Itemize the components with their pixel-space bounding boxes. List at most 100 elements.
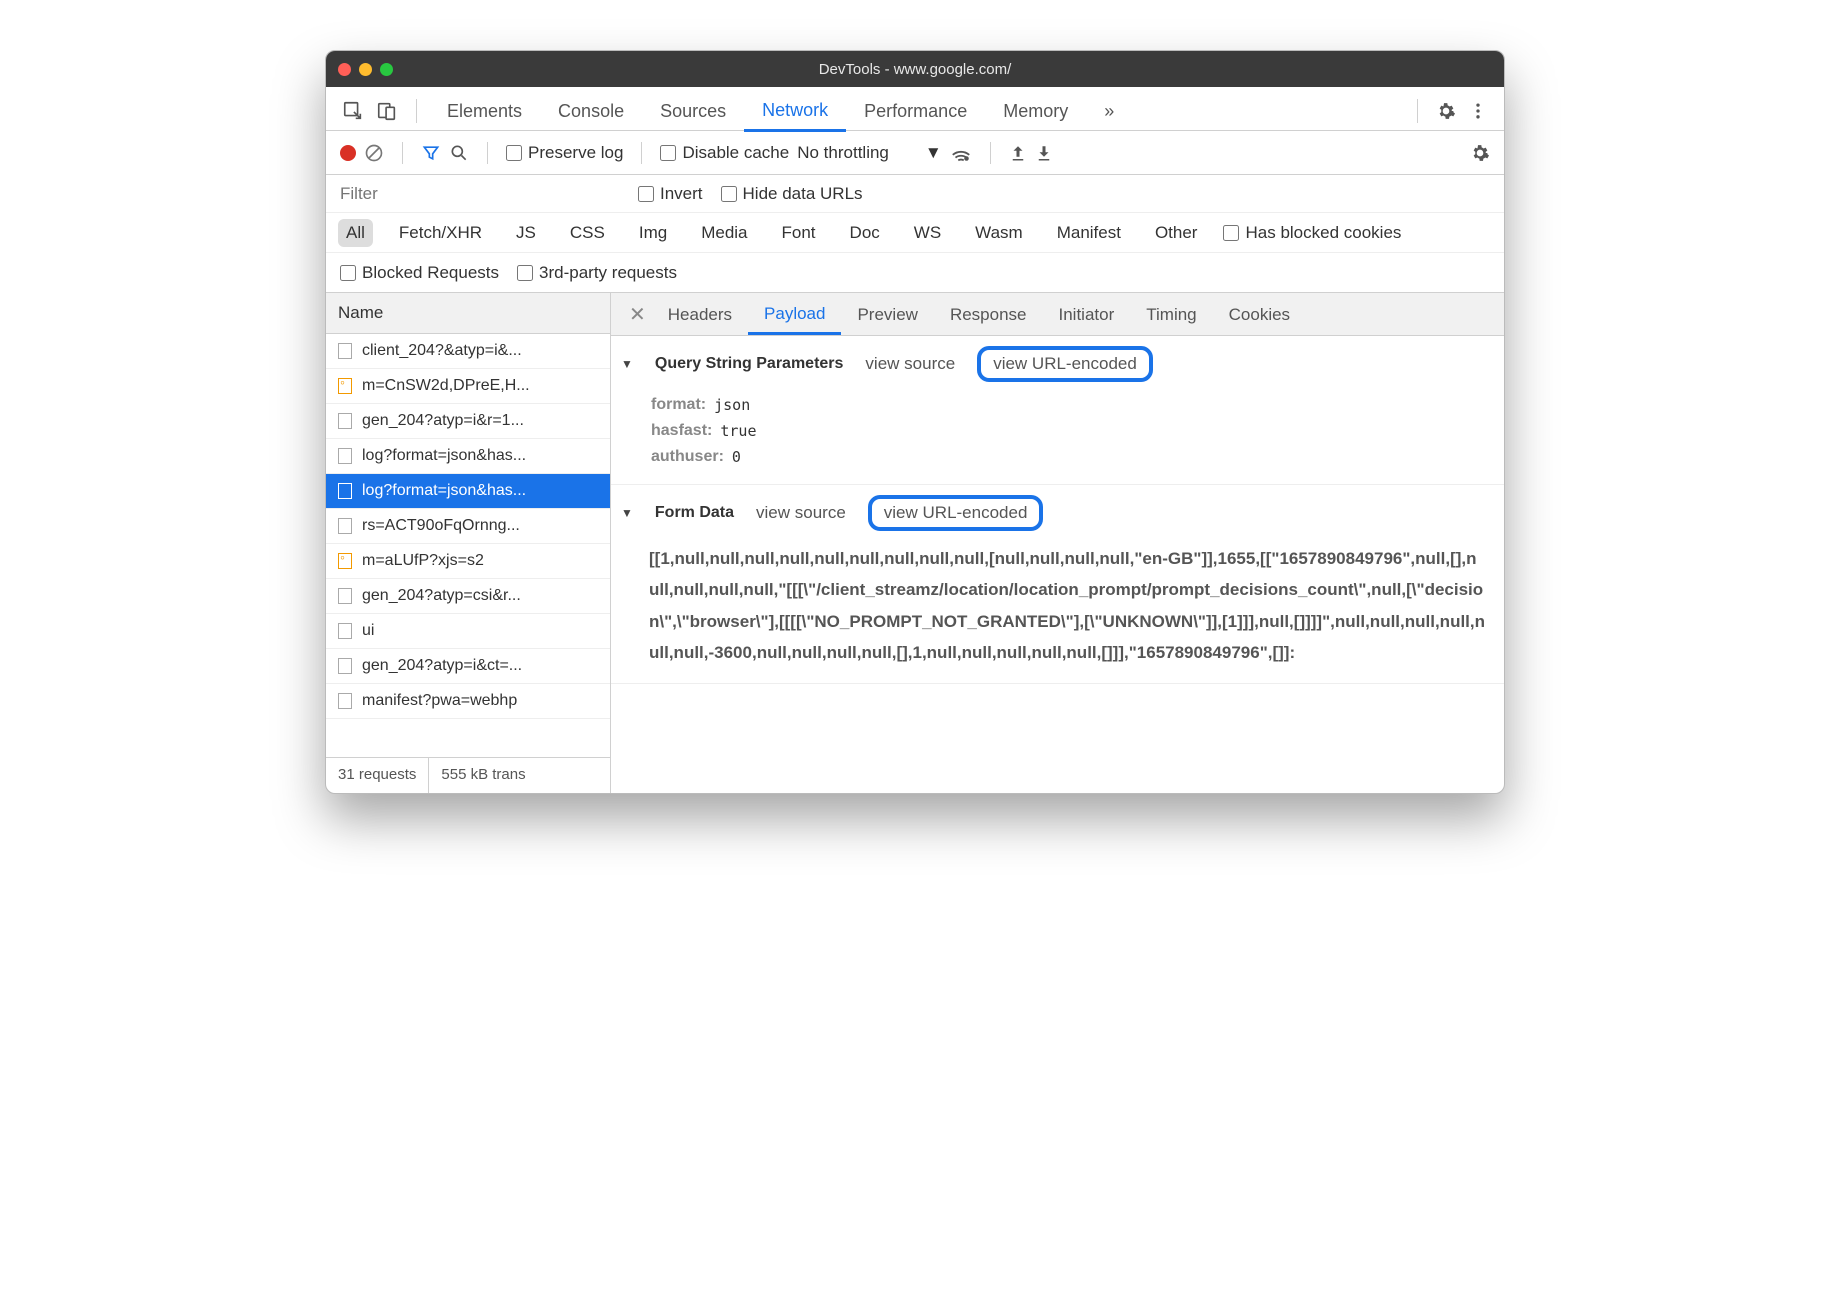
disable-cache-checkbox[interactable]: Disable cache bbox=[660, 143, 789, 163]
tab-performance[interactable]: Performance bbox=[846, 91, 985, 130]
request-item[interactable]: manifest?pwa=webhp bbox=[326, 684, 610, 719]
type-css[interactable]: CSS bbox=[562, 219, 613, 247]
tab-sources[interactable]: Sources bbox=[642, 91, 744, 130]
query-string-params: format:jsonhasfast:trueauthuser:0 bbox=[621, 382, 1488, 474]
tab-memory[interactable]: Memory bbox=[985, 91, 1086, 130]
request-item[interactable]: log?format=json&has... bbox=[326, 474, 610, 509]
throttling-label: No throttling bbox=[797, 143, 889, 163]
param-value: true bbox=[720, 422, 756, 440]
request-item[interactable]: rs=ACT90oFqOrnng... bbox=[326, 509, 610, 544]
type-other[interactable]: Other bbox=[1147, 219, 1206, 247]
extra-filters-row: Blocked Requests 3rd-party requests bbox=[326, 253, 1504, 293]
search-icon[interactable] bbox=[449, 143, 469, 163]
file-icon bbox=[338, 343, 352, 359]
type-js[interactable]: JS bbox=[508, 219, 544, 247]
dtab-timing[interactable]: Timing bbox=[1130, 295, 1212, 333]
collapse-icon[interactable]: ▼ bbox=[621, 506, 633, 520]
window-title: DevTools - www.google.com/ bbox=[338, 61, 1492, 78]
minimize-window-button[interactable] bbox=[359, 63, 372, 76]
request-item[interactable]: m=CnSW2d,DPreE,H... bbox=[326, 369, 610, 404]
request-name: client_204?&atyp=i&... bbox=[362, 342, 522, 360]
request-item[interactable]: ui bbox=[326, 614, 610, 649]
tab-network[interactable]: Network bbox=[744, 90, 846, 132]
close-icon[interactable]: ✕ bbox=[623, 302, 652, 327]
third-party-checkbox[interactable]: 3rd-party requests bbox=[517, 263, 677, 283]
file-icon bbox=[338, 378, 352, 394]
request-name: gen_204?atyp=i&ct=... bbox=[362, 657, 522, 675]
request-item[interactable]: log?format=json&has... bbox=[326, 439, 610, 474]
panel-gear-icon[interactable] bbox=[1470, 143, 1490, 163]
param-value: 0 bbox=[732, 448, 741, 466]
hide-data-urls-checkbox[interactable]: Hide data URLs bbox=[721, 184, 863, 204]
type-font[interactable]: Font bbox=[774, 219, 824, 247]
inspect-icon[interactable] bbox=[336, 100, 370, 122]
request-count: 31 requests bbox=[326, 758, 429, 793]
dtab-headers[interactable]: Headers bbox=[652, 295, 748, 333]
param-row: format:json bbox=[651, 392, 1488, 418]
view-url-encoded-link[interactable]: view URL-encoded bbox=[977, 346, 1153, 382]
has-blocked-cookies-checkbox[interactable]: Has blocked cookies bbox=[1223, 223, 1401, 243]
type-wasm[interactable]: Wasm bbox=[967, 219, 1031, 247]
download-icon[interactable] bbox=[1035, 144, 1053, 162]
network-conditions-icon[interactable] bbox=[950, 143, 972, 163]
transfer-size: 555 kB trans bbox=[429, 758, 537, 793]
dtab-payload[interactable]: Payload bbox=[748, 294, 841, 335]
clear-icon[interactable] bbox=[364, 143, 384, 163]
tab-more[interactable]: » bbox=[1086, 91, 1132, 130]
request-name: log?format=json&has... bbox=[362, 447, 526, 465]
tab-console[interactable]: Console bbox=[540, 91, 642, 130]
request-item[interactable]: m=aLUfP?xjs=s2 bbox=[326, 544, 610, 579]
view-url-encoded-link[interactable]: view URL-encoded bbox=[868, 495, 1044, 531]
collapse-icon[interactable]: ▼ bbox=[621, 357, 633, 371]
type-media[interactable]: Media bbox=[693, 219, 755, 247]
record-button[interactable] bbox=[340, 145, 356, 161]
view-source-link[interactable]: view source bbox=[865, 354, 955, 374]
request-name: log?format=json&has... bbox=[362, 482, 526, 500]
request-item[interactable]: gen_204?atyp=i&r=1... bbox=[326, 404, 610, 439]
request-name: manifest?pwa=webhp bbox=[362, 692, 517, 710]
throttling-select[interactable]: No throttling▼ bbox=[797, 143, 942, 163]
param-value: json bbox=[714, 396, 750, 414]
type-img[interactable]: Img bbox=[631, 219, 675, 247]
upload-icon[interactable] bbox=[1009, 144, 1027, 162]
separator bbox=[1417, 99, 1418, 123]
form-data-section: ▼ Form Data view source view URL-encoded… bbox=[611, 485, 1504, 684]
filter-input[interactable] bbox=[340, 184, 620, 204]
request-item[interactable]: client_204?&atyp=i&... bbox=[326, 334, 610, 369]
network-toolbar: Preserve log Disable cache No throttling… bbox=[326, 131, 1504, 175]
param-key: authuser: bbox=[651, 448, 724, 466]
type-ws[interactable]: WS bbox=[906, 219, 949, 247]
file-icon bbox=[338, 553, 352, 569]
detail-tabs: ✕ Headers Payload Preview Response Initi… bbox=[611, 293, 1504, 336]
param-row: authuser: 0 bbox=[651, 444, 1488, 470]
close-window-button[interactable] bbox=[338, 63, 351, 76]
dtab-initiator[interactable]: Initiator bbox=[1043, 295, 1131, 333]
dtab-preview[interactable]: Preview bbox=[841, 295, 933, 333]
request-item[interactable]: gen_204?atyp=csi&r... bbox=[326, 579, 610, 614]
type-doc[interactable]: Doc bbox=[842, 219, 888, 247]
preserve-log-checkbox[interactable]: Preserve log bbox=[506, 143, 623, 163]
type-fetchxhr[interactable]: Fetch/XHR bbox=[391, 219, 490, 247]
gear-icon[interactable] bbox=[1430, 101, 1462, 121]
dtab-cookies[interactable]: Cookies bbox=[1213, 295, 1306, 333]
main-tabs: Elements Console Sources Network Perform… bbox=[326, 87, 1504, 131]
type-all[interactable]: All bbox=[338, 219, 373, 247]
maximize-window-button[interactable] bbox=[380, 63, 393, 76]
invert-checkbox[interactable]: Invert bbox=[638, 184, 703, 204]
file-icon bbox=[338, 658, 352, 674]
has-blocked-cookies-label: Has blocked cookies bbox=[1245, 223, 1401, 243]
view-source-link[interactable]: view source bbox=[756, 503, 846, 523]
file-icon bbox=[338, 588, 352, 604]
filter-icon[interactable] bbox=[421, 143, 441, 163]
detail-body: ▼ Query String Parameters view source vi… bbox=[611, 336, 1504, 793]
device-toggle-icon[interactable] bbox=[370, 100, 404, 122]
dtab-response[interactable]: Response bbox=[934, 295, 1043, 333]
devtools-window: DevTools - www.google.com/ Elements Cons… bbox=[325, 50, 1505, 794]
type-manifest[interactable]: Manifest bbox=[1049, 219, 1129, 247]
blocked-requests-checkbox[interactable]: Blocked Requests bbox=[340, 263, 499, 283]
query-string-title: Query String Parameters bbox=[655, 355, 844, 373]
request-item[interactable]: gen_204?atyp=i&ct=... bbox=[326, 649, 610, 684]
tab-elements[interactable]: Elements bbox=[429, 91, 540, 130]
disable-cache-label: Disable cache bbox=[682, 143, 789, 163]
kebab-menu-icon[interactable] bbox=[1462, 101, 1494, 121]
